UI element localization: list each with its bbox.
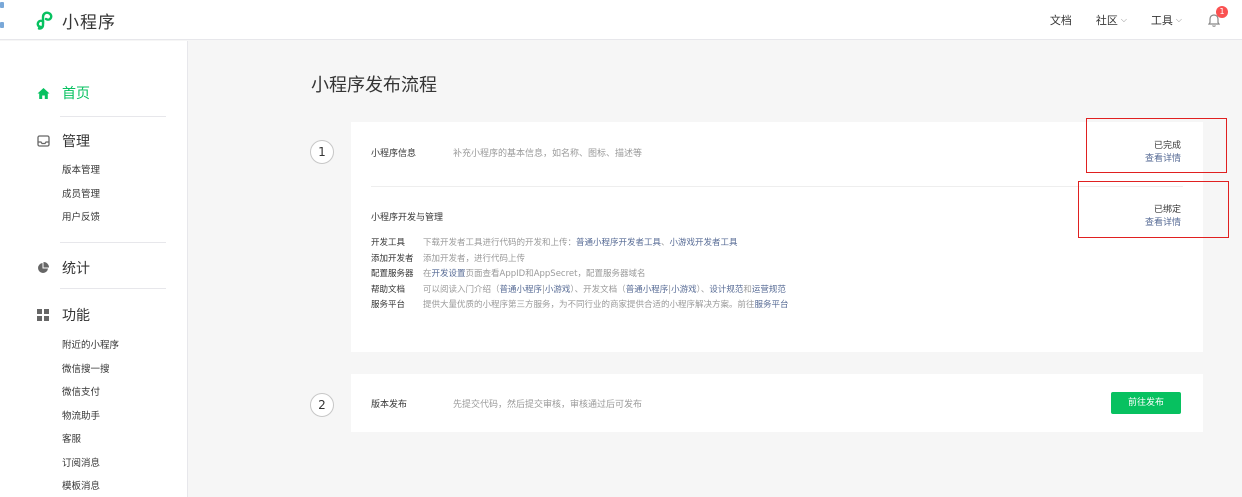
chevron-down-icon: ⌵ [1175, 15, 1182, 24]
sidebar-item-stats-label: 统计 [62, 261, 90, 277]
dev-row-text: 在开发设置页面查看AppID和AppSecret，配置服务器域名 [423, 267, 645, 283]
go-publish-button[interactable]: 前往发布 [1111, 392, 1181, 414]
dev-info-list: 开发工具 下载开发者工具进行代码的开发和上传：普通小程序开发者工具、小游戏开发者… [371, 236, 789, 314]
notification-button[interactable]: 1 [1206, 6, 1228, 28]
text-segment: 可以阅读入门介绍（ [423, 284, 500, 295]
sidebar-item-features-label: 功能 [62, 308, 90, 324]
nav-community[interactable]: 社区 ⌵ [1096, 12, 1127, 28]
notification-badge: 1 [1216, 6, 1228, 18]
dev-row-text: 下载开发者工具进行代码的开发和上传：普通小程序开发者工具、小游戏开发者工具 [423, 236, 738, 252]
nav-docs-label: 文档 [1049, 14, 1072, 27]
dev-row-label: 配置服务器 [371, 269, 414, 279]
sidebar-item-subscribe-message[interactable]: 订阅消息 [62, 452, 119, 476]
dev-row-server: 配置服务器 在开发设置页面查看AppID和AppSecret，配置服务器域名 [371, 267, 789, 283]
dev-row-label: 帮助文档 [371, 284, 406, 295]
home-icon [36, 86, 50, 100]
text-segment: 页面查看AppID和AppSecret，配置服务器域名 [465, 269, 646, 279]
grid-icon [36, 308, 50, 322]
sidebar-divider [60, 288, 166, 289]
inbox-icon [36, 134, 50, 148]
nav-tools[interactable]: 工具 ⌵ [1151, 12, 1182, 28]
dev-row-help-docs: 帮助文档 可以阅读入门介绍（普通小程序|小游戏）、开发文档（普通小程序|小游戏）… [371, 283, 789, 299]
game-devtools-link[interactable]: 小游戏开发者工具 [670, 238, 738, 248]
sidebar-manage-group: 管理 版本管理 成员管理 用户反馈 [36, 131, 100, 230]
sidebar-item-user-feedback[interactable]: 用户反馈 [62, 206, 100, 230]
docs-normal-link[interactable]: 普通小程序 [626, 285, 669, 295]
nav-docs[interactable]: 文档 [1050, 12, 1072, 28]
sidebar-item-customer-service[interactable]: 客服 [62, 428, 119, 452]
sidebar-divider [60, 116, 166, 117]
top-nav: 文档 社区 ⌵ 工具 ⌵ 1 [1050, 0, 1242, 40]
text-segment: ）、开发文档（ [570, 284, 626, 295]
highlight-box-completed [1086, 118, 1227, 173]
nav-tools-label: 工具 [1150, 14, 1173, 27]
text-segment: 下载开发者工具进行代码的开发和上传： [423, 238, 577, 248]
sidebar-features-group: 功能 附近的小程序 微信搜一搜 微信支付 物流助手 客服 订阅消息 模板消息 [36, 305, 119, 497]
intro-normal-link[interactable]: 普通小程序 [500, 285, 543, 295]
step-number-2: 2 [310, 393, 334, 417]
dev-row-text: 可以阅读入门介绍（普通小程序|小游戏）、开发文档（普通小程序|小游戏）、设计规范… [423, 283, 786, 299]
highlight-box-bound [1078, 181, 1229, 238]
intro-game-link[interactable]: 小游戏 [545, 285, 571, 295]
card-divider [371, 186, 1183, 187]
mini-program-info-desc: 补充小程序的基本信息，如名称、图标、描述等 [453, 149, 643, 159]
dev-row-add-developer: 添加开发者 添加开发者，进行代码上传 [371, 252, 789, 268]
step1-card: 小程序信息 补充小程序的基本信息，如名称、图标、描述等 已完成 查看详情 小程序… [351, 122, 1203, 352]
miniprogram-logo-icon [36, 11, 53, 30]
dev-row-label: 开发工具 [371, 238, 406, 248]
logo-text: 小程序 [62, 13, 116, 33]
mini-program-info-title: 小程序信息 [371, 149, 417, 159]
logo[interactable]: 小程序 [36, 8, 116, 33]
dev-row-label: 添加开发者 [371, 253, 414, 264]
sidebar-item-logistics[interactable]: 物流助手 [62, 405, 119, 429]
sidebar-item-home-label: 首页 [62, 86, 90, 102]
docs-game-link[interactable]: 小游戏 [671, 285, 697, 295]
sidebar-item-home[interactable]: 首页 [36, 83, 90, 103]
design-guide-link[interactable]: 设计规范 [709, 285, 743, 295]
text-segment: ）、 [696, 284, 710, 295]
sidebar-stats-group: 统计 [36, 258, 90, 278]
sidebar-item-wechat-search[interactable]: 微信搜一搜 [62, 358, 119, 382]
dev-row-tools: 开发工具 下载开发者工具进行代码的开发和上传：普通小程序开发者工具、小游戏开发者… [371, 236, 789, 252]
nav-community-label: 社区 [1095, 14, 1118, 27]
sidebar-item-features[interactable]: 功能 [36, 305, 119, 325]
page-title: 小程序发布流程 [311, 75, 437, 96]
sidebar-item-wechat-pay[interactable]: 微信支付 [62, 381, 119, 405]
text-segment: 在 [423, 269, 432, 279]
dev-row-label: 服务平台 [371, 300, 406, 310]
step2-card: 版本发布 先提交代码，然后提交审核，审核通过后可发布 前往发布 [351, 374, 1203, 432]
dev-settings-link[interactable]: 开发设置 [432, 269, 466, 279]
text-segment: 和 [743, 284, 752, 295]
sidebar-item-nearby[interactable]: 附近的小程序 [62, 334, 119, 358]
dev-manage-title: 小程序开发与管理 [371, 213, 444, 223]
sidebar: 首页 管理 版本管理 成员管理 用户反馈 统计 功能 附近的小程序 微信搜一搜 … [0, 41, 188, 497]
normal-devtools-link[interactable]: 普通小程序开发者工具 [576, 238, 661, 248]
sidebar-item-version-manage[interactable]: 版本管理 [62, 159, 100, 183]
top-bar: 小程序 文档 社区 ⌵ 工具 ⌵ 1 [0, 0, 1242, 40]
service-platform-link[interactable]: 服务平台 [755, 300, 789, 310]
pie-chart-icon [36, 261, 50, 275]
text-segment: 提供大量优质的小程序第三方服务，为不同行业的商家提供合适的小程序解决方案。前往 [423, 300, 755, 310]
sidebar-item-manage[interactable]: 管理 [36, 131, 100, 151]
sidebar-item-member-manage[interactable]: 成员管理 [62, 183, 100, 207]
sidebar-home-group: 首页 [36, 83, 90, 103]
text-segment: 、 [661, 238, 670, 248]
sidebar-divider [60, 242, 166, 243]
dev-row-text: 提供大量优质的小程序第三方服务，为不同行业的商家提供合适的小程序解决方案。前往服… [423, 298, 789, 314]
version-release-desc: 先提交代码，然后提交审核，审核通过后可发布 [453, 400, 643, 410]
window-edge-mark [0, 2, 4, 32]
operation-guide-link[interactable]: 运营规范 [752, 285, 786, 295]
dev-row-text: 添加开发者，进行代码上传 [423, 253, 526, 264]
sidebar-item-template-message[interactable]: 模板消息 [62, 475, 119, 497]
dev-row-service-platform: 服务平台 提供大量优质的小程序第三方服务，为不同行业的商家提供合适的小程序解决方… [371, 298, 789, 314]
chevron-down-icon: ⌵ [1120, 15, 1127, 24]
sidebar-item-manage-label: 管理 [62, 134, 90, 150]
version-release-title: 版本发布 [371, 400, 408, 410]
step-number-1: 1 [310, 140, 334, 164]
sidebar-item-stats[interactable]: 统计 [36, 258, 90, 278]
